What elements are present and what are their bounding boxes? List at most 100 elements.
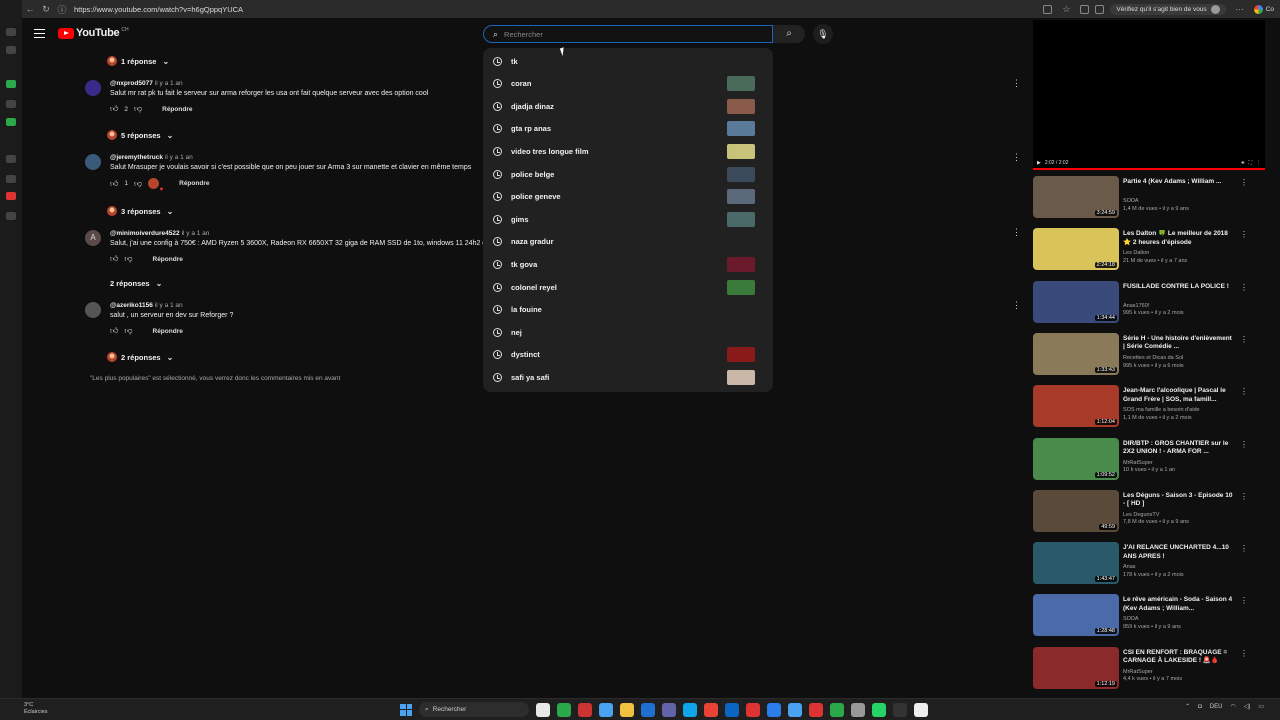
taskbar-app-icon[interactable]	[683, 702, 697, 717]
sidebar-icon[interactable]	[6, 80, 16, 88]
like-icon[interactable]: 👍︎	[110, 326, 118, 336]
replies-toggle[interactable]: 1 réponse ⌄	[107, 56, 169, 66]
video-menu-icon[interactable]: ⋮	[1240, 178, 1248, 187]
suggestion-item[interactable]: tk gova	[483, 253, 773, 275]
chevron-up-icon[interactable]: ⌃	[1185, 703, 1190, 710]
volume-icon[interactable]: ◁)	[1244, 703, 1251, 710]
comment-menu-icon[interactable]: ⋮	[1012, 228, 1021, 237]
reply-button[interactable]: Répondre	[153, 328, 183, 335]
back-icon[interactable]: ←	[22, 4, 38, 14]
progress-bar[interactable]	[1033, 168, 1265, 170]
taskbar-app-icon[interactable]	[746, 702, 760, 717]
comment-avatar[interactable]	[85, 154, 101, 170]
lock-icon[interactable]: ⓘ	[54, 3, 70, 16]
channel-name[interactable]: Anas1760!	[1123, 303, 1184, 311]
sidebar-icon[interactable]	[6, 192, 16, 200]
video-menu-icon[interactable]: ⋮	[1240, 387, 1248, 396]
like-icon[interactable]: 👍︎	[110, 179, 118, 189]
channel-name[interactable]: SODA	[1123, 198, 1189, 206]
replies-toggle[interactable]: 3 réponses ⌄	[107, 206, 173, 216]
add-icon[interactable]	[6, 212, 16, 220]
suggestion-item[interactable]: tk	[483, 50, 773, 72]
suggestion-item[interactable]: gims	[483, 208, 773, 230]
sidebar-icon[interactable]	[6, 28, 16, 36]
recommended-video[interactable]: 1:34:44 FUSILLADE CONTRE LA POLICE ! Anas1…	[1033, 280, 1248, 329]
comment-author[interactable]: @minimoiverdure4522	[110, 230, 180, 237]
extensions-icon[interactable]	[1080, 4, 1090, 14]
dislike-icon[interactable]: 👎︎	[134, 179, 142, 189]
collections-icon[interactable]	[1095, 4, 1105, 14]
search-button[interactable]: ⌕	[773, 25, 805, 43]
video-thumbnail[interactable]: 1:09:52	[1033, 437, 1119, 480]
reply-button[interactable]: Répondre	[153, 256, 183, 263]
sidebar-icon[interactable]	[6, 46, 16, 54]
dislike-icon[interactable]: 👎︎	[134, 104, 142, 114]
taskbar-app-icon[interactable]	[809, 702, 823, 717]
sidebar-icon[interactable]	[6, 100, 16, 108]
taskbar-search[interactable]: ⌕ Rechercher	[419, 702, 529, 717]
video-menu-icon[interactable]: ⋮	[1240, 230, 1248, 239]
comment-menu-icon[interactable]: ⋮	[1012, 153, 1021, 162]
suggestion-item[interactable]: djadja dinaz	[483, 95, 773, 117]
split-screen-icon[interactable]	[1043, 4, 1053, 14]
channel-name[interactable]: Recettes et Dicas da Sol	[1123, 355, 1184, 363]
video-title[interactable]: FUSILLADE CONTRE LA POLICE !	[1123, 283, 1235, 291]
taskbar-app-icon[interactable]	[599, 702, 613, 717]
suggestion-item[interactable]: safi ya safi	[483, 366, 773, 388]
recommended-video[interactable]: 1:12:19 CSI EN RENFORT : BRAQUAGE = CARNA…	[1033, 646, 1248, 695]
like-icon[interactable]: 👍︎	[110, 104, 118, 114]
search-input[interactable]	[504, 29, 745, 39]
taskbar-app-icon[interactable]	[557, 702, 571, 717]
video-thumbnail[interactable]: 1:33:43	[1033, 332, 1119, 375]
video-menu-icon[interactable]: ⋮	[1240, 335, 1248, 344]
suggestion-item[interactable]: police belge	[483, 163, 773, 185]
video-thumbnail[interactable]: 49:59	[1033, 489, 1119, 532]
channel-name[interactable]: MrRatSuper	[1123, 460, 1175, 468]
channel-name[interactable]: MrRatSuper	[1123, 669, 1182, 677]
volume-icon[interactable]: 🔊︎	[1241, 160, 1244, 166]
comment-author[interactable]: @nxprod5077	[110, 80, 153, 87]
comment-avatar[interactable]	[85, 80, 101, 96]
suggestion-item[interactable]: gta rp anas	[483, 118, 773, 140]
channel-name[interactable]: Les Dalton	[1123, 250, 1187, 258]
more-icon[interactable]: ···	[1232, 4, 1248, 14]
recommended-video[interactable]: 1:43:47 J'AI RELANCÉ UNCHARTED 4...10 ANS…	[1033, 542, 1248, 590]
channel-name[interactable]: SODA	[1123, 616, 1181, 624]
comment-menu-icon[interactable]: ⋮	[1012, 79, 1021, 88]
copilot-button[interactable]: Co	[1253, 4, 1274, 14]
recommended-video[interactable]: 1:12:04 Jean-Marc l'alcoolique | Pascal l…	[1033, 385, 1248, 433]
favorite-icon[interactable]: ☆	[1058, 4, 1074, 15]
taskbar-app-icon[interactable]	[872, 702, 886, 717]
menu-icon[interactable]	[34, 29, 45, 38]
suggestion-item[interactable]: colonel reyel	[483, 276, 773, 298]
channel-name[interactable]: SOS ma famille a besoin d'aide	[1123, 407, 1200, 415]
taskbar-app-icon[interactable]	[914, 702, 928, 717]
video-title[interactable]: Les Déguns - Saison 3 - Episode 10 - [ H…	[1123, 492, 1235, 509]
recommended-video[interactable]: 49:59 Les Déguns - Saison 3 - Episode 10 …	[1033, 489, 1248, 538]
taskbar-app-icon[interactable]	[578, 702, 592, 717]
taskbar-app-icon[interactable]	[893, 702, 907, 717]
youtube-logo[interactable]: YouTube CH	[58, 27, 129, 39]
video-title[interactable]: J'AI RELANCÉ UNCHARTED 4...10 ANS APRES …	[1123, 544, 1235, 561]
like-icon[interactable]: 👍︎	[110, 254, 118, 264]
taskbar-app-icon[interactable]	[767, 702, 781, 717]
wifi-icon[interactable]: ◠	[1230, 703, 1235, 710]
comment-author[interactable]: @jeremythetruck	[110, 154, 163, 161]
replies-toggle[interactable]: 5 réponses ⌄	[107, 130, 173, 140]
suggestion-item[interactable]: video tres longue film	[483, 140, 773, 162]
video-menu-icon[interactable]: ⋮	[1240, 283, 1248, 292]
suggestion-item[interactable]: coran	[483, 73, 773, 95]
video-title[interactable]: Série H - Une histoire d'enlèvement | Sé…	[1123, 335, 1235, 352]
dislike-icon[interactable]: 👎︎	[124, 254, 132, 264]
replies-toggle[interactable]: 2 réponses ⌄	[107, 352, 173, 362]
more-icon[interactable]: ⋮	[1256, 160, 1261, 166]
video-title[interactable]: DIR/BTP : GROS CHANTIER sur le 2X2 UNION…	[1123, 440, 1235, 457]
taskbar-app-icon[interactable]	[704, 702, 718, 717]
video-menu-icon[interactable]: ⋮	[1240, 649, 1248, 658]
windows-start-icon[interactable]	[400, 703, 412, 716]
video-menu-icon[interactable]: ⋮	[1240, 544, 1248, 553]
taskbar-app-icon[interactable]	[662, 702, 676, 717]
sidebar-icon[interactable]	[6, 155, 16, 163]
suggestion-item[interactable]: dystinct	[483, 344, 773, 366]
play-icon[interactable]: ▶	[1037, 160, 1041, 166]
